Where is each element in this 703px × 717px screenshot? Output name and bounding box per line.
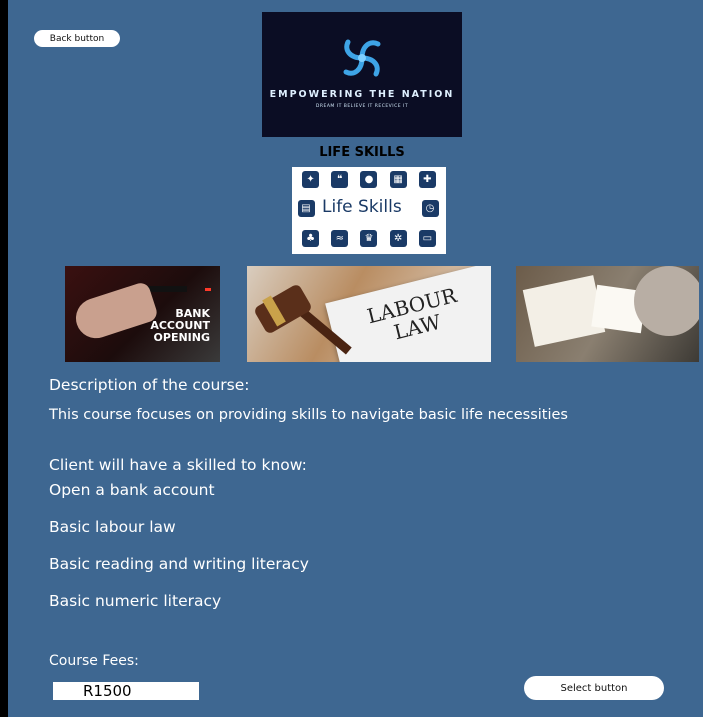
skill-item: Open a bank account bbox=[49, 481, 215, 499]
tree-icon: ♣ bbox=[302, 230, 320, 247]
slot-indicator bbox=[205, 288, 211, 291]
description-heading: Description of the course: bbox=[49, 376, 250, 394]
laptop-icon: ▭ bbox=[418, 230, 436, 247]
puzzle-icon: ✚ bbox=[418, 171, 436, 188]
handshake-icon: ≈ bbox=[331, 230, 349, 247]
select-button[interactable]: Select button bbox=[524, 676, 664, 700]
swirl-logo-icon bbox=[343, 39, 381, 77]
chat-icon: ❝ bbox=[331, 171, 349, 188]
client-skills-heading: Client will have a skilled to know: bbox=[49, 456, 307, 474]
labour-law-photo: LABOUR LAW bbox=[247, 266, 491, 362]
back-button[interactable]: Back button bbox=[34, 30, 120, 47]
bank-photo-caption: BANK ACCOUNT OPENING bbox=[150, 308, 210, 344]
person-icon: ● bbox=[360, 171, 378, 188]
trophy-icon: ♛ bbox=[360, 230, 378, 247]
reader-head bbox=[634, 266, 699, 336]
clock-icon: ◷ bbox=[421, 200, 439, 217]
course-title: LIFE SKILLS bbox=[319, 145, 405, 160]
document-icon: ▤ bbox=[297, 200, 315, 217]
course-detail-screen: Back button EMPOWERING THE NATION DREAM … bbox=[8, 0, 703, 717]
hand-with-card bbox=[70, 280, 160, 344]
life-skills-text: Life Skills bbox=[322, 197, 402, 217]
lightbulb-icon: ✦ bbox=[302, 171, 320, 188]
logo-title: EMPOWERING THE NATION bbox=[269, 89, 455, 100]
gavel-icon bbox=[252, 283, 314, 335]
logo-tagline: DREAM IT BELIEVE IT RECEVICE IT bbox=[315, 104, 409, 109]
window-left-border bbox=[0, 0, 8, 717]
caption-line: OPENING bbox=[153, 331, 210, 344]
law-book-title: LABOUR LAW bbox=[365, 283, 464, 349]
calculator-icon: ▦ bbox=[389, 171, 407, 188]
description-body: This course focuses on providing skills … bbox=[49, 407, 568, 423]
skill-item: Basic reading and writing literacy bbox=[49, 555, 309, 573]
skill-item: Basic labour law bbox=[49, 518, 176, 536]
card-slot bbox=[147, 286, 187, 292]
skill-item: Basic numeric literacy bbox=[49, 592, 222, 610]
empowering-the-nation-logo: EMPOWERING THE NATION DREAM IT BELIEVE I… bbox=[262, 12, 462, 137]
reading-writing-photo bbox=[516, 266, 699, 362]
life-skills-graphic: ✦ ❝ ● ▦ ✚ ▤ Life Skills ◷ ♣ ≈ ♛ ✲ ▭ bbox=[292, 167, 446, 254]
bank-account-opening-photo: BANK ACCOUNT OPENING bbox=[65, 266, 220, 362]
gears-icon: ✲ bbox=[389, 230, 407, 247]
course-fees-label: Course Fees: bbox=[49, 653, 139, 669]
course-fee-value: R1500 bbox=[53, 682, 199, 700]
